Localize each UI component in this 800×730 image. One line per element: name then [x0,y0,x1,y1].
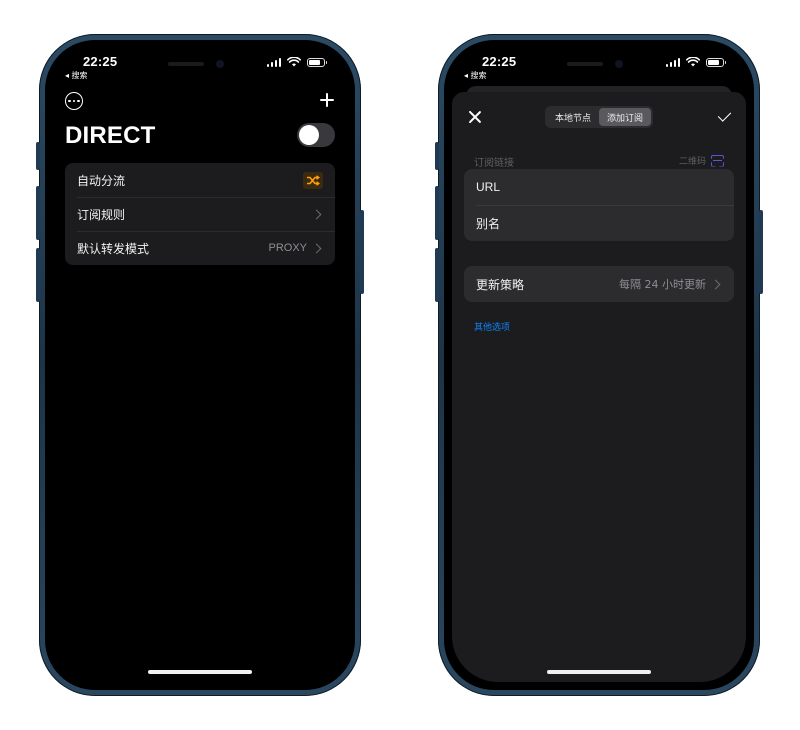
status-time: 22:25 [83,54,118,69]
volume-down-button [36,248,40,302]
settings-group: 自动分流 订阅规则 默认转发模式 PROXY [65,163,335,265]
cellular-signal-icon [665,57,680,67]
url-field-label: URL [476,180,501,194]
chevron-right-icon [710,279,721,289]
cellular-signal-icon [266,57,281,67]
home-indicator[interactable] [547,670,651,674]
battery-icon [706,57,726,67]
close-icon[interactable] [468,110,482,124]
segment-local-nodes[interactable]: 本地节点 [547,108,599,126]
update-policy-row[interactable]: 更新策略 每隔 24 小时更新 [464,266,734,302]
segmented-control: 本地节点 添加订阅 [545,106,653,128]
shuffle-icon [303,171,323,189]
volume-down-button [435,248,439,302]
volume-up-button [435,186,439,240]
row-value: PROXY [268,242,307,254]
row-default-forward-mode[interactable]: 默认转发模式 PROXY [65,231,335,265]
update-policy-group: 更新策略 每隔 24 小时更新 [464,266,734,302]
update-policy-value: 每隔 24 小时更新 [619,278,706,291]
more-options-link[interactable]: 其他选项 [474,320,510,333]
phone-frame-left: 22:25 ◂ 搜索 DIRECT 自动分流 订阅规则 默认转发模式 PROXY [36,34,364,696]
direct-toggle[interactable] [297,123,335,147]
battery-icon [307,57,327,67]
qr-label: 二维码 [678,157,706,167]
dynamic-island [154,52,246,76]
screen-left: 22:25 ◂ 搜索 DIRECT 自动分流 订阅规则 默认转发模式 PROXY [45,40,355,690]
update-policy-label: 更新策略 [476,277,525,292]
confirm-check-icon[interactable] [717,108,732,122]
back-to-search-link[interactable]: ◂ 搜索 [464,70,487,81]
mute-switch [435,142,439,170]
row-label: 订阅规则 [77,207,126,222]
subscription-fields: URL 别名 [464,169,734,241]
qr-code-button[interactable]: 二维码 [679,154,724,167]
wifi-icon [287,57,301,67]
add-subscription-sheet: 本地节点 添加订阅 订阅链接 二维码 URL 别名 更新策略 每隔 24 小时更… [452,92,746,682]
alias-field-label: 别名 [476,216,501,231]
status-time: 22:25 [482,54,517,69]
alias-field[interactable]: 别名 [464,205,734,241]
url-field[interactable]: URL [464,169,734,205]
row-label: 自动分流 [77,173,126,188]
mute-switch [36,142,40,170]
add-icon[interactable] [319,92,335,108]
row-subscription-rules[interactable]: 订阅规则 [65,197,335,231]
dynamic-island [553,52,645,76]
chevron-right-icon [311,243,322,253]
row-label: 默认转发模式 [77,241,150,256]
row-auto-routing[interactable]: 自动分流 [65,163,335,197]
section-label: 订阅链接 [474,158,514,169]
power-button [360,210,364,294]
back-to-search-link[interactable]: ◂ 搜索 [65,70,88,81]
segment-add-subscription[interactable]: 添加订阅 [599,108,651,126]
screen-right: 22:25 ◂ 搜索 本地节点 添加订阅 订阅链接 二维码 URL 别名 更新策… [444,40,754,690]
phone-frame-right: 22:25 ◂ 搜索 本地节点 添加订阅 订阅链接 二维码 URL 别名 更新策… [435,34,763,696]
power-button [759,210,763,294]
volume-up-button [36,186,40,240]
page-title: DIRECT [65,122,156,149]
status-icons [665,57,726,67]
wifi-icon [686,57,700,67]
more-options-icon[interactable] [65,92,83,110]
home-indicator[interactable] [148,670,252,674]
chevron-right-icon [311,209,322,219]
status-icons [266,57,327,67]
qr-scan-icon [711,155,724,167]
